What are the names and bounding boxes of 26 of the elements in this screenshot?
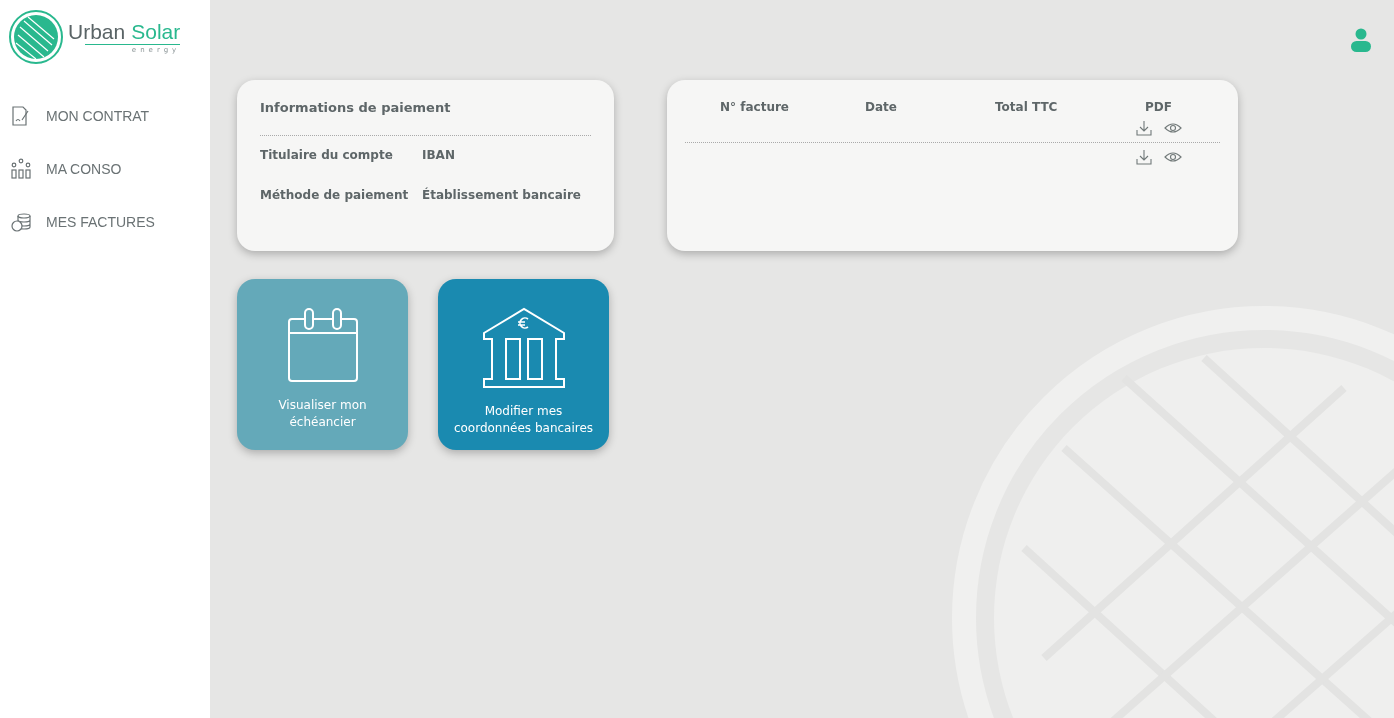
eye-icon[interactable] — [1164, 149, 1182, 165]
sidebar-item[interactable]: MES FACTURES — [10, 211, 210, 233]
brand-name: Urban — [68, 20, 126, 42]
solar-panel-logo-icon — [8, 9, 64, 65]
download-icon[interactable] — [1136, 149, 1152, 165]
field-label: Méthode de paiement — [260, 188, 410, 202]
download-icon[interactable] — [1136, 120, 1152, 136]
sidebar-item[interactable]: MON CONTRAT — [10, 105, 210, 127]
brand-name: Solar — [131, 20, 181, 42]
field-value: IBAN — [422, 148, 456, 162]
column-header: Total TTC — [995, 100, 1059, 114]
bar-chart-icon — [10, 158, 32, 180]
card-title: Informations de paiement — [260, 100, 591, 136]
bank-euro-icon — [481, 307, 566, 389]
action-tile[interactable]: Modifier mes coordonnées bancaires — [438, 279, 609, 450]
column-header: PDF — [1145, 100, 1173, 114]
field-value: Établissement bancaire — [422, 188, 582, 202]
calendar-icon — [286, 307, 359, 383]
sidebar-item[interactable]: MA CONSO — [10, 158, 210, 180]
field-label: Titulaire du compte — [260, 148, 394, 162]
eye-icon[interactable] — [1164, 120, 1182, 136]
column-header: Date — [865, 100, 898, 114]
user-icon[interactable] — [1350, 28, 1372, 52]
coins-icon — [10, 211, 32, 233]
action-tile[interactable]: Visualiser mon échéancier — [237, 279, 408, 450]
column-header: N° facture — [720, 100, 790, 114]
